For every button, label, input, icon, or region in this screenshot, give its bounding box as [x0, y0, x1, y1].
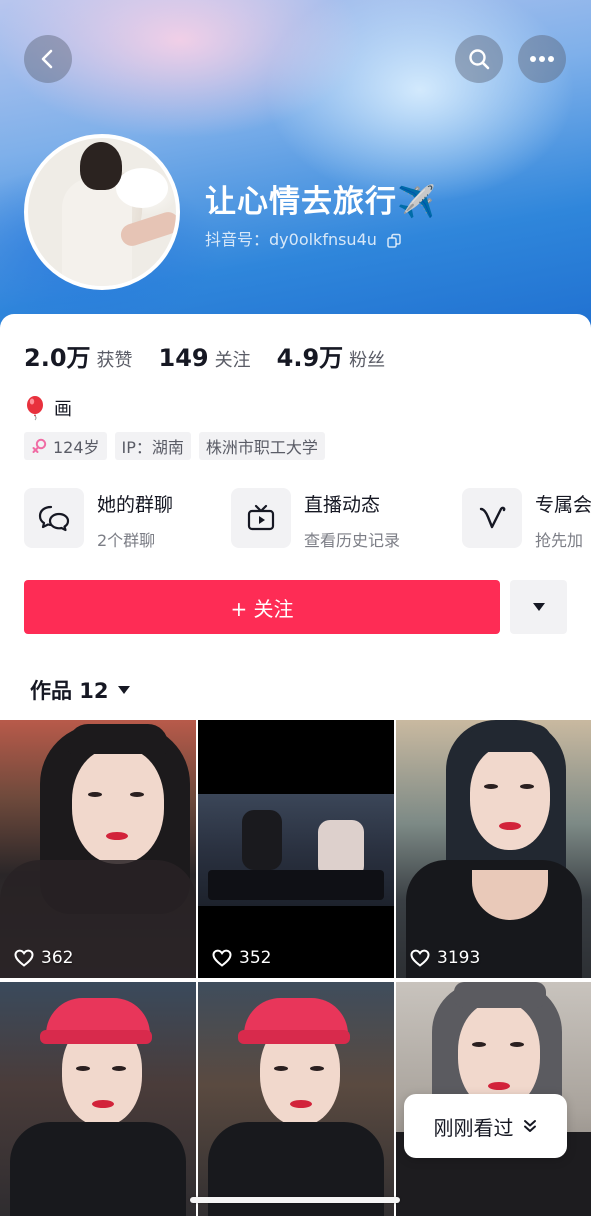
caret-down-icon	[117, 686, 130, 694]
stat-likes[interactable]: 2.0万 获赞	[24, 338, 133, 373]
back-arrow-icon	[41, 49, 53, 69]
group-chat-title: 她的群聊	[97, 494, 174, 516]
quick-action-live-history[interactable]: 直播动态 查看历史记录	[231, 488, 400, 551]
stat-following-label: 关注	[214, 350, 251, 371]
stat-likes-label: 获赞	[96, 350, 133, 371]
female-icon	[32, 438, 47, 453]
recently-viewed-button[interactable]: 刚刚看过	[404, 1094, 567, 1158]
douyin-id-label: 抖音号：	[205, 230, 270, 249]
video-likes: 362	[14, 948, 73, 968]
quick-action-exclusive[interactable]: 专属会 抢先加	[462, 488, 591, 551]
douyin-id[interactable]: 抖音号：dy0olkfnsu4u	[205, 226, 402, 250]
exclusive-subtitle: 抢先加	[535, 531, 584, 550]
stat-likes-number: 2.0万	[24, 344, 91, 372]
exclusive-title: 专属会	[535, 494, 591, 516]
home-indicator[interactable]	[190, 1197, 400, 1203]
stat-followers-number: 4.9万	[276, 344, 344, 372]
caret-down-icon	[532, 603, 545, 611]
balloon-icon	[27, 396, 43, 421]
tv-icon-box	[231, 488, 291, 548]
recently-viewed-label: 刚刚看过	[433, 1115, 514, 1140]
tag-age: 124岁	[24, 432, 107, 460]
tv-icon	[247, 504, 275, 531]
video-likes: 3193	[410, 948, 480, 968]
group-chat-subtitle: 2个群聊	[97, 531, 156, 550]
heart-icon	[14, 949, 34, 967]
video-likes: 352	[212, 948, 271, 968]
stat-followers-label: 粉丝	[349, 350, 386, 371]
bio-text: 画	[54, 399, 72, 420]
heart-icon	[410, 949, 430, 967]
profile-stats: 2.0万 获赞 149 关注 4.9万 粉丝	[24, 338, 411, 373]
stat-following[interactable]: 149 关注	[159, 344, 251, 372]
video-likes-count: 352	[239, 948, 272, 968]
copy-icon[interactable]	[386, 233, 402, 249]
group-chat-icon	[38, 505, 70, 532]
more-options-button[interactable]	[518, 35, 566, 83]
video-thumbnail[interactable]: 3193	[396, 720, 591, 978]
stat-following-number: 149	[158, 344, 209, 372]
douyin-id-value: dy0olkfnsu4u	[269, 230, 377, 249]
v-badge-icon	[479, 506, 506, 529]
v-badge-icon-box	[462, 488, 522, 548]
more-dots-icon	[530, 56, 554, 62]
group-chat-icon-box	[24, 488, 84, 548]
live-history-title: 直播动态	[304, 494, 381, 516]
tag-ip: IP：湖南	[114, 432, 191, 460]
profile-username: 让心情去旅行✈️	[205, 184, 437, 220]
video-likes-count: 362	[41, 948, 74, 968]
video-thumbnail[interactable]: 352	[198, 720, 394, 978]
live-history-subtitle: 查看历史记录	[304, 531, 401, 550]
tag-age-text: 124岁	[53, 438, 100, 457]
follow-button[interactable]: + 关注	[24, 580, 500, 634]
profile-avatar[interactable]	[24, 134, 180, 290]
follow-more-dropdown[interactable]	[510, 580, 567, 634]
quick-action-group-chat[interactable]: 她的群聊 2个群聊	[24, 488, 173, 551]
works-label: 作品 12	[30, 679, 109, 703]
video-thumbnail[interactable]: 362	[0, 720, 196, 978]
profile-tags: 124岁 IP：湖南 株洲市职工大学	[24, 432, 333, 460]
search-button[interactable]	[455, 35, 503, 83]
stat-followers[interactable]: 4.9万 粉丝	[277, 338, 386, 373]
works-tab[interactable]: 作品 12	[30, 675, 131, 705]
back-button[interactable]	[24, 35, 72, 83]
double-chevron-down-icon	[523, 1120, 536, 1132]
video-thumbnail[interactable]	[198, 982, 394, 1216]
video-likes-count: 3193	[437, 948, 481, 968]
tag-school[interactable]: 株洲市职工大学	[198, 432, 325, 460]
search-icon	[469, 49, 490, 70]
heart-icon	[212, 949, 232, 967]
video-thumbnail[interactable]	[0, 982, 196, 1216]
profile-bio: 画	[24, 395, 72, 421]
